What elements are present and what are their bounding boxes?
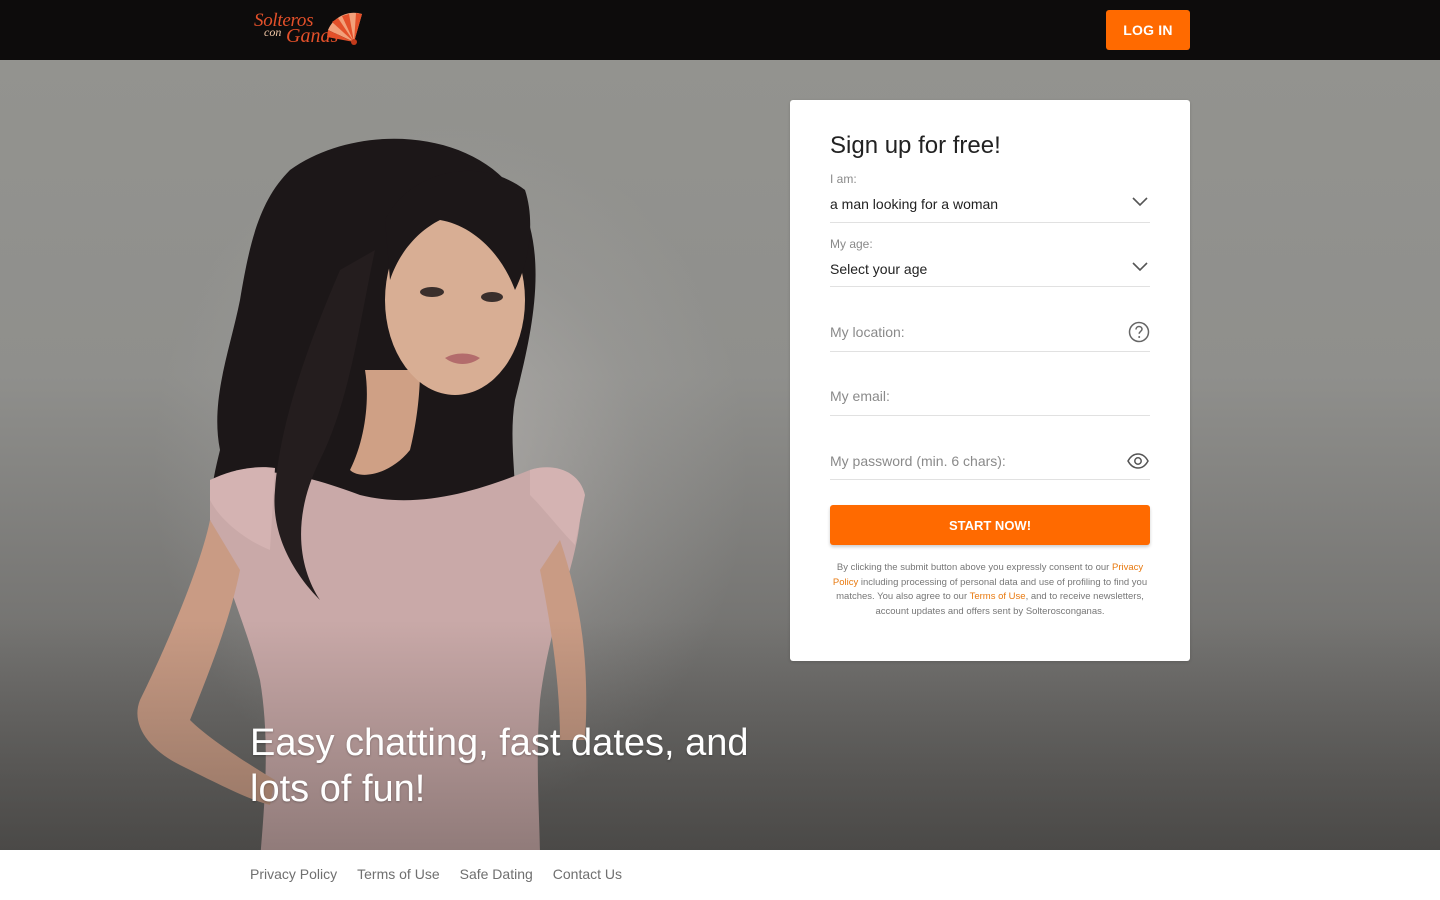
location-input[interactable]: My location: — [830, 300, 1150, 352]
logo-word-con: con — [264, 25, 282, 39]
legal-text-part1: By clicking the submit button above you … — [836, 562, 1112, 573]
footer-link-contact-us[interactable]: Contact Us — [553, 866, 622, 882]
gender-label: I am: — [830, 172, 857, 186]
gender-select[interactable]: I am: a man looking for a woman — [830, 170, 1150, 223]
chevron-down-icon[interactable] — [1132, 262, 1148, 272]
footer-link-safe-dating[interactable]: Safe Dating — [460, 866, 533, 882]
login-button[interactable]: LOG IN — [1106, 10, 1190, 50]
password-input[interactable]: My password (min. 6 chars): — [830, 428, 1150, 480]
age-select[interactable]: My age: Select your age — [830, 235, 1150, 287]
footer-link-terms-of-use[interactable]: Terms of Use — [357, 866, 439, 882]
age-value: Select your age — [830, 261, 928, 277]
footer: Privacy Policy Terms of Use Safe Dating … — [0, 850, 1440, 900]
hero-section: Easy chatting, fast dates, and lots of f… — [0, 60, 1440, 850]
age-label: My age: — [830, 237, 873, 251]
email-input[interactable]: My email: — [830, 365, 1150, 416]
site-logo[interactable]: Solteros con Ganas — [254, 8, 366, 52]
gender-value: a man looking for a woman — [830, 196, 999, 212]
legal-consent-text: By clicking the submit button above you … — [830, 561, 1150, 619]
email-placeholder: My email: — [830, 388, 890, 404]
location-placeholder: My location: — [830, 324, 905, 340]
terms-of-use-link[interactable]: Terms of Use — [970, 591, 1026, 602]
eye-icon[interactable] — [1126, 450, 1150, 472]
help-circle-icon[interactable] — [1128, 321, 1150, 343]
password-placeholder: My password (min. 6 chars): — [830, 453, 1006, 469]
chevron-down-icon[interactable] — [1132, 197, 1148, 207]
footer-link-privacy-policy[interactable]: Privacy Policy — [250, 866, 337, 882]
hero-tagline: Easy chatting, fast dates, and lots of f… — [250, 722, 749, 810]
top-navbar: Solteros con Ganas LOG IN — [0, 0, 1440, 60]
footer-links: Privacy Policy Terms of Use Safe Dating … — [250, 866, 622, 882]
fan-icon — [327, 12, 362, 45]
signup-form: Sign up for free! I am: a man looking fo… — [790, 100, 1190, 661]
signup-title: Sign up for free! — [830, 132, 1001, 159]
start-now-button[interactable]: START NOW! — [830, 505, 1150, 545]
